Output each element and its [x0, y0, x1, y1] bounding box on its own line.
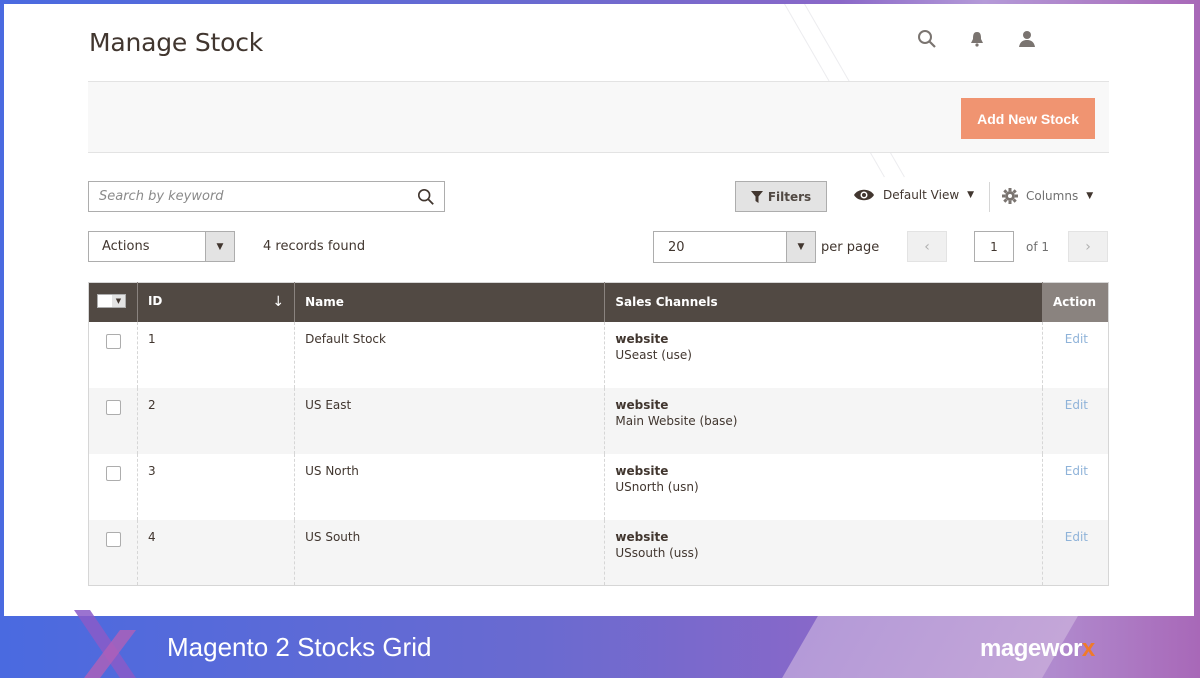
channel-value: USsouth (uss) — [615, 545, 699, 560]
page-title: Manage Stock — [89, 28, 264, 57]
row-select-cell — [88, 387, 138, 454]
mass-select-header: ▼ — [88, 282, 138, 322]
row-checkbox[interactable] — [106, 333, 121, 349]
user-icon[interactable] — [1016, 28, 1038, 50]
admin-page-card: Manage Stock Add New Stock Filters Defau… — [4, 4, 1194, 616]
columns-dropdown[interactable]: Columns ▼ — [1002, 188, 1093, 204]
channel-type: website — [615, 331, 669, 346]
column-header-id[interactable]: ID ↓ — [137, 282, 296, 322]
edit-link[interactable]: Edit — [1065, 530, 1088, 544]
channel-value: Main Website (base) — [615, 413, 738, 428]
channel-value: USnorth (usn) — [615, 479, 699, 494]
cell-id: 1 — [137, 321, 296, 388]
total-pages-label: of 1 — [1026, 240, 1050, 254]
cell-name: US North — [294, 453, 606, 520]
column-header-sales-channels[interactable]: Sales Channels — [604, 282, 1043, 322]
per-page-label: per page — [821, 240, 880, 255]
channel-type: website — [615, 463, 669, 478]
edit-link[interactable]: Edit — [1065, 332, 1088, 346]
column-header-name[interactable]: Name — [294, 282, 606, 322]
channel-value: USeast (use) — [615, 347, 692, 362]
row-select-cell — [88, 321, 138, 388]
search-icon[interactable] — [916, 28, 938, 50]
header-actions — [916, 28, 1038, 50]
next-page-button[interactable]: › — [1068, 231, 1108, 262]
edit-link[interactable]: Edit — [1065, 464, 1088, 478]
banner-title: Magento 2 Stocks Grid — [167, 632, 432, 662]
table-row: 1 Default Stock website USeast (use) Edit — [88, 321, 1109, 388]
row-checkbox[interactable] — [106, 399, 121, 415]
search-icon — [417, 188, 434, 205]
chevron-down-icon: ▼ — [1086, 191, 1094, 201]
view-label: Default View — [883, 188, 960, 202]
cell-name: Default Stock — [294, 321, 606, 388]
cell-name: US South — [294, 519, 606, 586]
edit-link[interactable]: Edit — [1065, 398, 1088, 412]
keyword-search — [88, 181, 445, 212]
mass-actions-dropdown[interactable]: Actions ▼ — [88, 231, 235, 262]
eye-icon — [854, 189, 874, 201]
filters-label: Filters — [767, 189, 812, 204]
row-checkbox[interactable] — [106, 531, 121, 547]
gear-icon — [1002, 188, 1018, 204]
chevron-down-icon: ▼ — [967, 190, 975, 200]
toolbar-divider — [989, 182, 990, 212]
cell-id: 2 — [137, 387, 296, 454]
cell-action: Edit — [1042, 387, 1109, 454]
chevron-down-icon: ▼ — [112, 295, 125, 308]
cell-action: Edit — [1042, 322, 1108, 388]
current-page-input[interactable] — [974, 231, 1014, 262]
chevron-down-icon: ▼ — [205, 232, 234, 261]
grid-header-row: ▼ ID ↓ Name Sales Channels Action — [88, 282, 1109, 322]
mass-select-checkbox[interactable]: ▼ — [97, 294, 126, 309]
cell-sales-channels: website USnorth (usn) — [604, 453, 1043, 520]
cell-name: US East — [294, 387, 606, 454]
table-row: 4 US South website USsouth (uss) Edit — [88, 519, 1109, 586]
search-submit-button[interactable] — [408, 182, 444, 211]
cell-sales-channels: website USsouth (uss) — [604, 519, 1043, 586]
channel-type: website — [615, 529, 669, 544]
chevron-left-icon: ‹ — [924, 238, 930, 255]
bell-icon[interactable] — [966, 28, 988, 50]
add-new-stock-button[interactable]: Add New Stock — [961, 98, 1095, 139]
default-view-dropdown[interactable]: Default View ▼ — [853, 188, 974, 202]
row-select-cell — [88, 453, 138, 520]
cell-id: 4 — [137, 519, 296, 586]
columns-label: Columns — [1026, 189, 1079, 203]
cell-sales-channels: website Main Website (base) — [604, 387, 1043, 454]
previous-page-button[interactable]: ‹ — [907, 231, 947, 262]
page-actions-bar: Add New Stock — [88, 81, 1109, 153]
cell-action: Edit — [1042, 519, 1109, 586]
table-row: 2 US East website Main Website (base) Edit — [88, 387, 1109, 454]
cell-sales-channels: website USeast (use) — [604, 321, 1043, 388]
stocks-grid: ▼ ID ↓ Name Sales Channels Action 1 Defau… — [88, 282, 1109, 586]
sort-descending-icon: ↓ — [272, 294, 285, 311]
per-page-select[interactable]: 20 ▼ — [653, 231, 816, 263]
per-page-value: 20 — [668, 239, 685, 255]
cell-id: 3 — [137, 453, 296, 520]
chevron-down-icon: ▼ — [786, 232, 815, 262]
column-header-action: Action — [1042, 282, 1109, 322]
search-input[interactable] — [89, 182, 408, 211]
filter-icon — [750, 190, 763, 203]
cell-action: Edit — [1042, 454, 1108, 520]
row-checkbox[interactable] — [106, 465, 121, 481]
chevron-right-icon: › — [1085, 238, 1091, 255]
actions-label: Actions — [102, 239, 150, 254]
table-row: 3 US North website USnorth (usn) Edit — [88, 453, 1109, 520]
records-found-count: 4 records found — [263, 239, 366, 254]
row-select-cell — [88, 519, 138, 586]
channel-type: website — [615, 397, 669, 412]
mageworx-logo: mageworx — [980, 635, 1095, 662]
filters-button[interactable]: Filters — [735, 181, 827, 212]
mageworx-x-emblem — [74, 610, 136, 678]
